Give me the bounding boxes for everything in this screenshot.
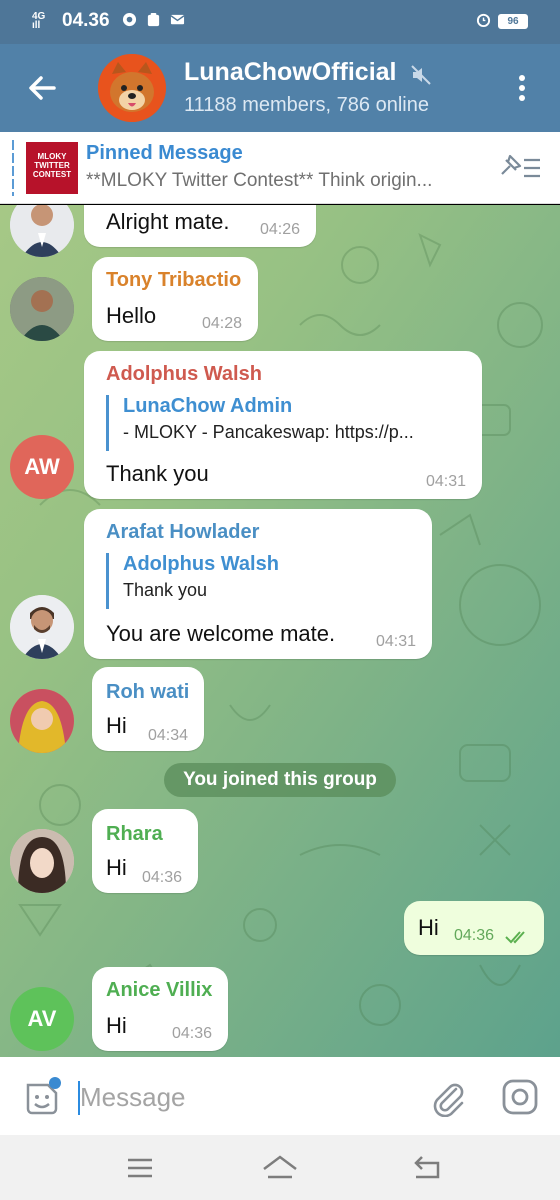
back-arrow-icon[interactable] (20, 66, 64, 110)
avatar[interactable] (10, 829, 74, 893)
music-app-icon (122, 12, 137, 27)
mail-icon (170, 14, 185, 25)
message-time: 04:31 (376, 633, 417, 650)
reply-quote[interactable]: LunaChow Admin - MLOKY - Pancakeswap: ht… (106, 395, 466, 451)
avatar-initials[interactable]: AV (10, 987, 74, 1051)
message-bubble[interactable]: Roh wati Hi 04:34 (92, 667, 204, 751)
double-check-icon (505, 931, 525, 944)
sender-name[interactable]: Adolphus Walsh (106, 363, 262, 386)
reply-author: LunaChow Admin (123, 395, 293, 417)
message-time: 04:31 (426, 473, 467, 490)
alarm-icon (476, 13, 491, 27)
muted-speaker-icon (411, 65, 431, 85)
sender-name[interactable]: Arafat Howlader (106, 521, 259, 544)
status-time: 04.36 (62, 10, 110, 31)
chat-title[interactable]: LunaChowOfficial (184, 58, 397, 87)
reply-text: Thank you (123, 580, 208, 600)
person-avatar-icon (10, 829, 74, 893)
avatar[interactable] (10, 595, 74, 659)
message-list[interactable]: Alright mate. 04:26 Tony Tribactio Hello… (0, 205, 560, 1057)
message-text: You are welcome mate. (106, 621, 336, 646)
more-options-icon[interactable] (508, 66, 536, 110)
pinned-text: **MLOKY Twitter Contest** Think origin..… (86, 170, 433, 191)
pinned-list-icon[interactable] (496, 152, 544, 182)
message-time: 04:28 (202, 315, 243, 332)
message-text: Hello (106, 303, 157, 328)
message-text: Thank you (106, 461, 209, 486)
chat-subtitle: 11188 members, 786 online (184, 94, 429, 116)
message-text: Hi (106, 713, 127, 738)
sender-name[interactable]: Roh wati (106, 681, 189, 704)
chat-header: LunaChowOfficial 11188 members, 786 onli… (0, 44, 560, 132)
message-time: 04:34 (148, 727, 189, 744)
sender-name[interactable]: Rhara (106, 823, 163, 846)
clipboard-icon (147, 12, 160, 27)
pinned-message-bar[interactable]: MLOKY TWITTER CONTEST Pinned Message **M… (0, 132, 560, 204)
message-bubble[interactable]: Tony Tribactio Hello 04:28 (92, 257, 258, 341)
message-time: 04:36 (454, 927, 495, 944)
paperclip-icon[interactable] (428, 1077, 468, 1117)
outgoing-message-bubble[interactable]: Hi 04:36 (404, 901, 544, 955)
message-time: 04:26 (260, 221, 301, 238)
message-text: Hi (106, 1013, 127, 1038)
menu-nav-icon[interactable] (118, 1151, 162, 1185)
group-avatar[interactable] (98, 54, 166, 122)
message-text: Hi (418, 915, 439, 940)
status-bar: 4G ıll 04.36 96 (0, 0, 560, 44)
reply-quote[interactable]: Adolphus Walsh Thank you (106, 553, 416, 609)
message-text: Alright mate. (106, 209, 230, 234)
back-nav-icon[interactable] (404, 1151, 448, 1185)
sticker-emoji-icon[interactable] (22, 1077, 62, 1117)
pinned-indicator (12, 140, 14, 196)
message-composer (0, 1057, 560, 1135)
avatar[interactable] (10, 277, 74, 341)
avatar[interactable] (10, 689, 74, 753)
message-time: 04:36 (172, 1025, 213, 1042)
service-message: You joined this group (164, 763, 396, 797)
message-bubble[interactable]: Alright mate. 04:26 (84, 205, 316, 247)
avatar-initials[interactable]: AW (10, 435, 74, 499)
battery-indicator: 96 (498, 14, 528, 29)
signal-strength: ıll (32, 20, 41, 31)
home-nav-icon[interactable] (258, 1151, 302, 1185)
system-navigation-bar (0, 1135, 560, 1200)
message-text: Hi (106, 855, 127, 880)
network-indicator: 4G ıll (32, 12, 45, 31)
message-bubble[interactable]: Arafat Howlader Adolphus Walsh Thank you… (84, 509, 432, 659)
message-input[interactable] (80, 1075, 410, 1119)
message-time: 04:36 (142, 869, 183, 886)
sender-name[interactable]: Anice Villix (106, 979, 212, 1002)
person-avatar-icon (10, 277, 74, 341)
sender-name[interactable]: Tony Tribactio (106, 269, 241, 292)
reply-author: Adolphus Walsh (123, 553, 279, 575)
pinned-thumbnail: MLOKY TWITTER CONTEST (26, 142, 78, 194)
camera-icon[interactable] (500, 1077, 540, 1117)
pinned-label: Pinned Message (86, 142, 243, 164)
dog-icon (98, 54, 166, 122)
reply-text: - MLOKY - Pancakeswap: https://p... (123, 422, 414, 442)
message-bubble[interactable]: Anice Villix Hi 04:36 (92, 967, 228, 1051)
person-avatar-icon (10, 689, 74, 753)
message-bubble[interactable]: Rhara Hi 04:36 (92, 809, 198, 893)
person-avatar-icon (10, 595, 74, 659)
message-bubble[interactable]: Adolphus Walsh LunaChow Admin - MLOKY - … (84, 351, 482, 499)
